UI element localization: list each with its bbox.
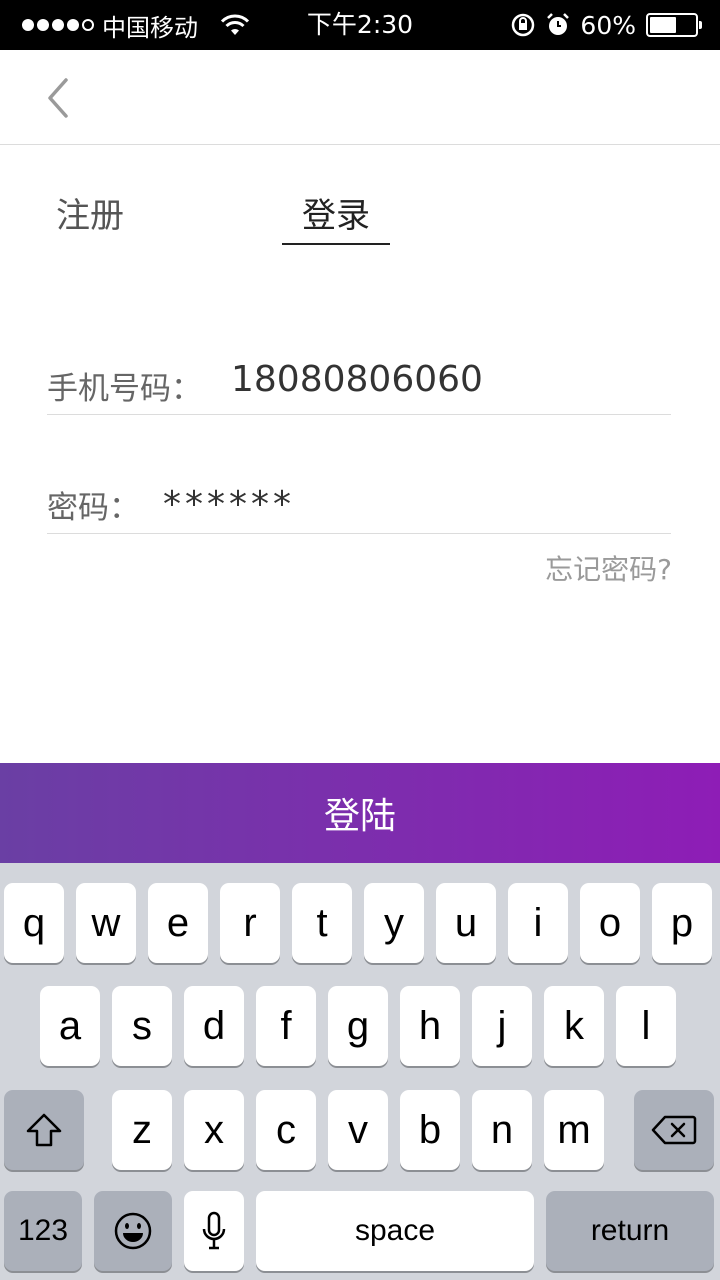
key-b[interactable]: b	[400, 1090, 460, 1170]
microphone-icon	[200, 1210, 228, 1252]
phone-field-row: 手机号码： 18080806060	[47, 355, 671, 415]
dictation-key[interactable]	[184, 1191, 244, 1271]
nav-bar	[0, 50, 720, 145]
key-i[interactable]: i	[508, 883, 568, 963]
key-v[interactable]: v	[328, 1090, 388, 1170]
key-c[interactable]: c	[256, 1090, 316, 1170]
key-n[interactable]: n	[472, 1090, 532, 1170]
rotation-lock-icon	[510, 12, 536, 38]
key-j[interactable]: j	[472, 986, 532, 1066]
key-d[interactable]: d	[184, 986, 244, 1066]
password-label: 密码：	[47, 490, 140, 526]
tab-login[interactable]: 登录	[282, 188, 390, 244]
key-a[interactable]: a	[40, 986, 100, 1066]
key-x[interactable]: x	[184, 1090, 244, 1170]
shift-icon	[24, 1112, 64, 1148]
login-button[interactable]: 登陆	[0, 763, 720, 863]
emoji-key[interactable]	[94, 1191, 172, 1271]
key-q[interactable]: q	[4, 883, 64, 963]
back-button[interactable]	[30, 70, 86, 126]
key-t[interactable]: t	[292, 883, 352, 963]
key-g[interactable]: g	[328, 986, 388, 1066]
space-key[interactable]: space	[256, 1191, 534, 1271]
password-field-row: 密码： ******	[47, 474, 671, 534]
status-bar: 中国移动 下午2:30 60%	[0, 0, 720, 50]
key-l[interactable]: l	[616, 986, 676, 1066]
key-m[interactable]: m	[544, 1090, 604, 1170]
forgot-password-link[interactable]: 忘记密码?	[545, 548, 672, 588]
backspace-icon	[651, 1114, 697, 1146]
key-r[interactable]: r	[220, 883, 280, 963]
key-w[interactable]: w	[76, 883, 136, 963]
battery-fill	[650, 17, 677, 33]
key-s[interactable]: s	[112, 986, 172, 1066]
active-tab-indicator	[282, 243, 390, 245]
shift-key[interactable]	[4, 1090, 84, 1170]
key-u[interactable]: u	[436, 883, 496, 963]
numbers-key[interactable]: 123	[4, 1191, 82, 1271]
emoji-icon	[113, 1211, 153, 1251]
battery-icon	[646, 13, 702, 37]
key-k[interactable]: k	[544, 986, 604, 1066]
alarm-icon	[546, 12, 570, 38]
key-p[interactable]: p	[652, 883, 712, 963]
key-y[interactable]: y	[364, 883, 424, 963]
chevron-left-icon	[44, 76, 72, 120]
phone-input[interactable]: 18080806060	[231, 359, 483, 400]
keyboard: q w e r t y u i o p a s d f g h j k l z …	[0, 863, 720, 1280]
key-z[interactable]: z	[112, 1090, 172, 1170]
backspace-key[interactable]	[634, 1090, 714, 1170]
battery-percent: 60%	[580, 10, 636, 40]
key-h[interactable]: h	[400, 986, 460, 1066]
tab-register[interactable]: 注册	[28, 188, 152, 244]
key-e[interactable]: e	[148, 883, 208, 963]
key-f[interactable]: f	[256, 986, 316, 1066]
password-input[interactable]: ******	[163, 484, 295, 525]
key-o[interactable]: o	[580, 883, 640, 963]
return-key[interactable]: return	[546, 1191, 714, 1271]
phone-label: 手机号码：	[47, 371, 202, 407]
status-bar-right: 60%	[510, 0, 702, 50]
